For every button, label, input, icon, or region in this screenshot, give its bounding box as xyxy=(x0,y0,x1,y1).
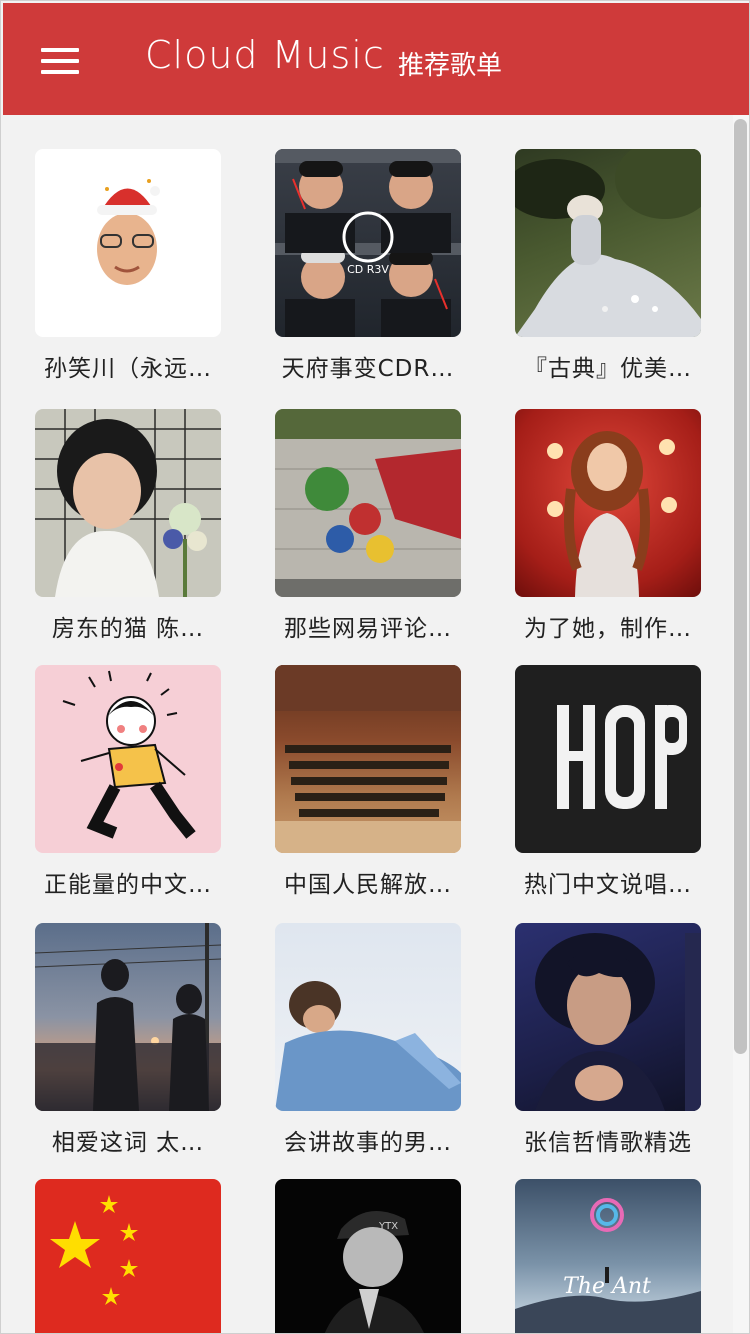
svg-text:YTX: YTX xyxy=(378,1221,398,1232)
app-bar: Cloud Music 推荐歌单 xyxy=(3,3,749,115)
vertical-scrollbar[interactable] xyxy=(733,115,749,1333)
playlist-card[interactable]: 热门中文说唱… xyxy=(515,665,701,899)
playlist-card[interactable]: YTX lom xyxy=(275,1179,461,1333)
playlist-cover: CD R3V xyxy=(275,149,461,337)
app-title: Cloud Music xyxy=(145,33,385,77)
playlist-title: 天府事变CDR… xyxy=(281,356,455,382)
playlist-card[interactable]: 『古典』优美… xyxy=(515,149,701,383)
playlist-card[interactable]: 正能量的中文… xyxy=(35,665,221,899)
playlist-card[interactable]: 房东的猫 陈… xyxy=(35,409,221,643)
playlist-title: 那些网易评论… xyxy=(284,616,452,642)
playlist-cover xyxy=(515,409,701,597)
playlist-title: 热门中文说唱… xyxy=(524,872,692,898)
page-title: 推荐歌单 xyxy=(398,51,503,81)
playlist-cover xyxy=(275,923,461,1111)
playlist-card[interactable]: 会讲故事的男… xyxy=(275,923,461,1157)
playlist-cover xyxy=(275,409,461,597)
playlist-cover xyxy=(35,409,221,597)
playlist-cover xyxy=(515,665,701,853)
playlist-title: 中国人民解放… xyxy=(284,872,452,898)
playlist-card[interactable]: 为了她，制作… xyxy=(515,409,701,643)
app-frame: Cloud Music 推荐歌单 孙笑川（永远… CD R3V 天府事变CDR…… xyxy=(0,0,750,1334)
playlist-card[interactable]: 那些网易评论… xyxy=(275,409,461,643)
playlist-title: 张信哲情歌精选 xyxy=(524,1130,692,1156)
playlist-title: 孙笑川（永远… xyxy=(44,356,212,382)
playlist-title: 『古典』优美… xyxy=(524,356,692,382)
playlist-card[interactable]: 孙笑川（永远… xyxy=(35,149,221,383)
playlist-title: 正能量的中文… xyxy=(44,872,212,898)
playlist-cover xyxy=(515,149,701,337)
playlist-card[interactable] xyxy=(35,1179,221,1333)
playlist-cover xyxy=(275,665,461,853)
scrollbar-thumb[interactable] xyxy=(734,119,747,1054)
playlist-cover xyxy=(35,923,221,1111)
playlist-title: 会讲故事的男… xyxy=(284,1130,452,1156)
playlist-card[interactable]: 相爱这词 太… xyxy=(35,923,221,1157)
playlist-card[interactable]: The Ant xyxy=(515,1179,701,1333)
playlist-card[interactable]: CD R3V 天府事变CDR… xyxy=(275,149,461,383)
playlist-title: 房东的猫 陈… xyxy=(51,616,205,642)
playlist-card[interactable]: 张信哲情歌精选 xyxy=(515,923,701,1157)
playlist-grid: 孙笑川（永远… CD R3V 天府事变CDR… 『古典』优美… 房东的猫 陈… … xyxy=(3,115,733,1333)
svg-text:CD R3V: CD R3V xyxy=(347,263,389,276)
hamburger-menu-icon[interactable] xyxy=(41,48,79,74)
playlist-cover: YTX lom xyxy=(275,1179,461,1333)
playlist-cover: The Ant xyxy=(515,1179,701,1333)
playlist-cover xyxy=(35,1179,221,1333)
cover-text: The Ant xyxy=(563,1274,651,1299)
playlist-cover xyxy=(515,923,701,1111)
playlist-cover xyxy=(35,149,221,337)
playlist-title: 相爱这词 太… xyxy=(51,1130,205,1156)
playlist-cover xyxy=(35,665,221,853)
playlist-card[interactable]: 中国人民解放… xyxy=(275,665,461,899)
playlist-title: 为了她，制作… xyxy=(524,616,692,642)
